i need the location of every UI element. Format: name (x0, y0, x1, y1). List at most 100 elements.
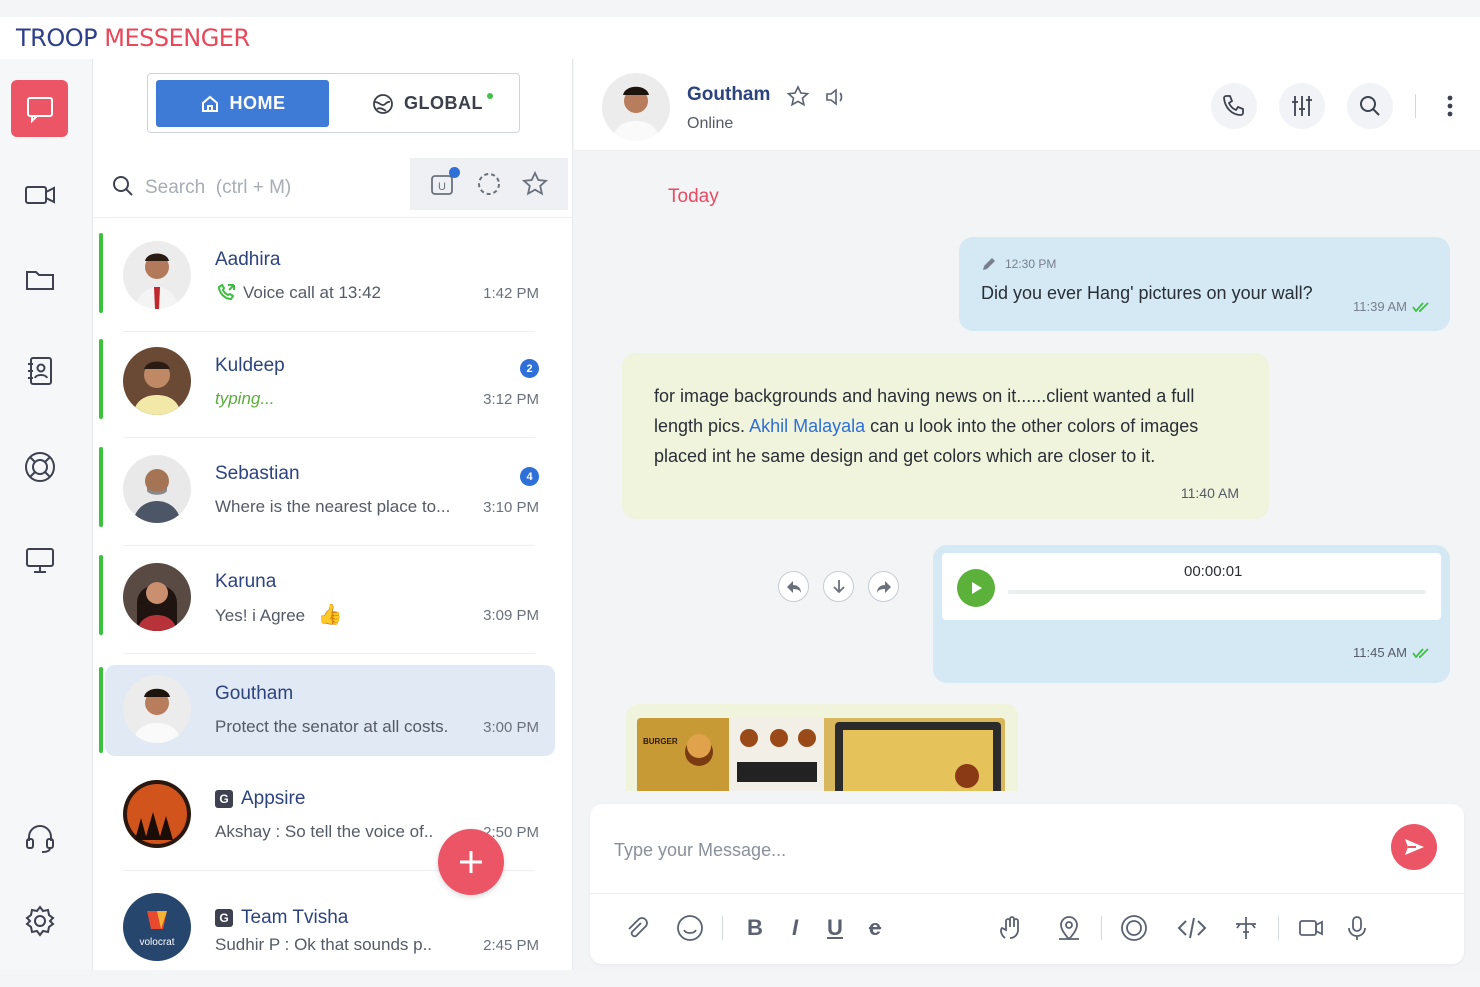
filter-tools: U (410, 158, 568, 210)
avatar[interactable] (602, 73, 670, 141)
rail-chat-button[interactable] (11, 80, 68, 137)
voice-message-button[interactable] (1339, 910, 1375, 946)
rail-screen-button[interactable] (11, 531, 68, 588)
header-actions (1211, 83, 1462, 129)
composer-toolbar: B I U e (618, 908, 1375, 948)
group-icon: G (215, 909, 233, 927)
play-button[interactable] (957, 569, 995, 607)
incoming-image-message[interactable]: BURGER (626, 704, 1018, 791)
typing-indicator: typing... (215, 389, 275, 408)
rail-lifebuoy-button[interactable] (11, 438, 68, 495)
chat-item-karuna[interactable]: Karuna Yes! i Agree 👍 3:09 PM (99, 553, 555, 654)
reply-icon (786, 580, 801, 593)
message-time: 3:00 PM (483, 719, 539, 736)
unread-badge: 4 (520, 467, 539, 486)
contact-name: Karuna (215, 571, 277, 592)
underline-button[interactable]: U (817, 910, 853, 946)
download-button[interactable] (823, 571, 854, 602)
record-button[interactable] (1116, 910, 1152, 946)
italic-button[interactable]: I (777, 910, 813, 946)
attach-button[interactable] (618, 910, 654, 946)
message-time: 3:12 PM (483, 391, 539, 408)
forward-button[interactable] (868, 571, 899, 602)
video-message-button[interactable] (1293, 910, 1329, 946)
status-filter-button[interactable] (474, 169, 504, 199)
avatar (123, 675, 191, 743)
map-pin-icon (1059, 916, 1079, 941)
send-button[interactable] (1391, 824, 1437, 870)
contact-name[interactable]: Goutham (687, 84, 770, 106)
incoming-message[interactable]: for image backgrounds and having news on… (622, 353, 1269, 519)
svg-text:volocrat: volocrat (139, 937, 174, 948)
audio-progress-track[interactable] (1008, 590, 1426, 594)
chat-item-sebastian[interactable]: Sebastian Where is the nearest place to.… (99, 445, 555, 546)
audio-player: 00:00:01 (942, 553, 1441, 620)
divider (123, 653, 535, 654)
thumbs-up-icon: 👍 (317, 604, 343, 626)
divider (1278, 916, 1279, 940)
star-icon[interactable] (786, 85, 810, 109)
more-button[interactable] (1438, 83, 1462, 129)
presence-status: Online (687, 115, 734, 132)
forward-icon (876, 580, 891, 593)
bold-icon: B (747, 915, 763, 940)
chat-item-aadhira[interactable]: Aadhira Voice call at 13:42 1:42 PM (99, 231, 555, 332)
location-button[interactable] (1051, 910, 1087, 946)
avatar (123, 241, 191, 309)
online-bar (99, 233, 103, 313)
search-icon (1360, 96, 1380, 116)
divider (1101, 916, 1102, 940)
rail-contacts-button[interactable] (11, 342, 68, 399)
plus-icon (460, 851, 482, 873)
divider (1415, 94, 1416, 118)
user-mention[interactable]: Akhil Malayala (749, 416, 865, 436)
avatar (123, 780, 191, 848)
outgoing-message[interactable]: 12:30 PM Did you ever Hang' pictures on … (959, 237, 1450, 331)
avatar (123, 347, 191, 415)
chat-item-kuldeep[interactable]: Kuldeep typing... 2 3:12 PM (99, 337, 555, 438)
rail-support-button[interactable] (11, 809, 68, 866)
controls-button[interactable] (1279, 83, 1325, 129)
search-conversation-button[interactable] (1347, 83, 1393, 129)
nav-rail (0, 59, 93, 970)
reaction-button[interactable] (993, 910, 1029, 946)
svg-text:U: U (438, 181, 446, 193)
headset-icon (25, 824, 54, 853)
home-tab[interactable]: HOME (156, 80, 329, 127)
divider (123, 437, 535, 438)
unread-indicator (449, 167, 460, 178)
message-area[interactable]: Today 12:30 PM Did you ever Hang' pictur… (574, 151, 1480, 791)
new-chat-button[interactable] (438, 829, 504, 895)
global-tab[interactable]: GLOBAL (372, 80, 499, 127)
last-message: Voice call at 13:42 (215, 283, 381, 303)
rail-files-button[interactable] (11, 251, 68, 308)
contact-name: G Appsire (215, 788, 305, 810)
online-bar (99, 339, 103, 419)
chat-item-goutham[interactable]: Goutham Protect the senator at all costs… (99, 665, 555, 756)
strikethrough-button[interactable]: e (857, 910, 893, 946)
avatar (123, 455, 191, 523)
global-tab-label: GLOBAL (404, 93, 483, 113)
outgoing-audio-message[interactable]: 00:00:01 11:45 AM (933, 545, 1450, 683)
search-input[interactable] (145, 173, 395, 203)
image-thumbnail[interactable]: BURGER (637, 718, 1005, 791)
starred-filter-button[interactable] (520, 169, 550, 199)
strikethrough-icon: e (868, 915, 882, 940)
message-text: Did you ever Hang' pictures on your wall… (981, 283, 1313, 303)
code-button[interactable] (1174, 910, 1210, 946)
rail-video-button[interactable] (11, 166, 68, 223)
unread-filter-button[interactable]: U (428, 167, 460, 199)
template-button[interactable] (1228, 910, 1264, 946)
divider (722, 916, 723, 940)
audio-duration: 00:00:01 (1184, 563, 1243, 580)
last-message: Where is the nearest place to... (215, 497, 451, 516)
rail-settings-button[interactable] (11, 892, 68, 949)
message-input[interactable] (614, 834, 1374, 866)
message-actions (778, 571, 899, 602)
chat-item-team-tvisha[interactable]: volocrat G Team Tvisha Sudhir P : Ok that… (105, 883, 555, 970)
bold-button[interactable]: B (737, 910, 773, 946)
speaker-icon[interactable] (824, 85, 848, 109)
reply-button[interactable] (778, 571, 809, 602)
emoji-button[interactable] (672, 910, 708, 946)
call-button[interactable] (1211, 83, 1257, 129)
